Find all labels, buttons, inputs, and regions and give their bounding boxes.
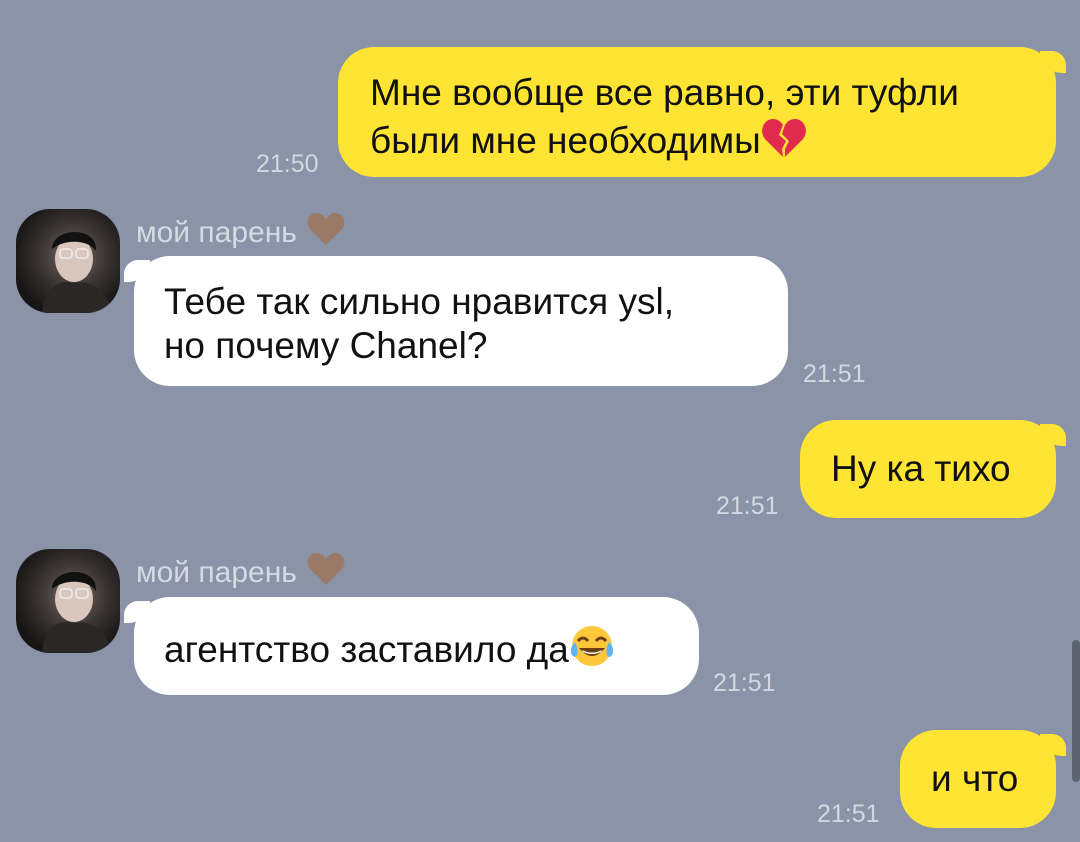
avatar[interactable] <box>16 209 120 313</box>
message-time: 21:50 <box>256 150 319 178</box>
tears-of-joy-icon <box>569 624 615 678</box>
incoming-message-bubble[interactable]: Тебе так сильно нравится ysl, но почему … <box>124 256 788 386</box>
message-text: и что <box>931 758 1019 799</box>
incoming-message-bubble[interactable]: агентство заставило да <box>124 597 699 695</box>
message-text: Ну ка тихо <box>831 448 1011 489</box>
outgoing-message-bubble[interactable]: Мне вообще все равно, эти туфли были мне… <box>338 47 1066 177</box>
message-time: 21:51 <box>817 800 880 828</box>
brown-heart-icon <box>307 212 345 254</box>
scrollbar[interactable] <box>1072 640 1080 782</box>
avatar[interactable] <box>16 549 120 653</box>
broken-heart-icon <box>761 115 807 169</box>
chat-thread[interactable]: 21:50 Мне вообще все равно, эти туфли бы… <box>0 0 1080 842</box>
message-time: 21:51 <box>803 360 866 388</box>
sender-name: мой парень <box>136 552 345 594</box>
message-text: агентство заставило да <box>164 624 699 678</box>
message-time: 21:51 <box>713 669 776 697</box>
message-text-line: Тебе так сильно нравится ysl, <box>164 281 674 322</box>
message-time: 21:51 <box>716 492 779 520</box>
message-text-line-2: но почему Chanel? <box>164 325 488 366</box>
sender-name: мой парень <box>136 212 345 254</box>
outgoing-message-bubble[interactable]: и что <box>900 730 1066 828</box>
message-text-line-2: были мне необходимы <box>370 115 1056 169</box>
brown-heart-icon <box>307 552 345 594</box>
message-text-line: Мне вообще все равно, эти туфли <box>370 72 959 113</box>
outgoing-message-bubble[interactable]: Ну ка тихо <box>800 420 1066 518</box>
